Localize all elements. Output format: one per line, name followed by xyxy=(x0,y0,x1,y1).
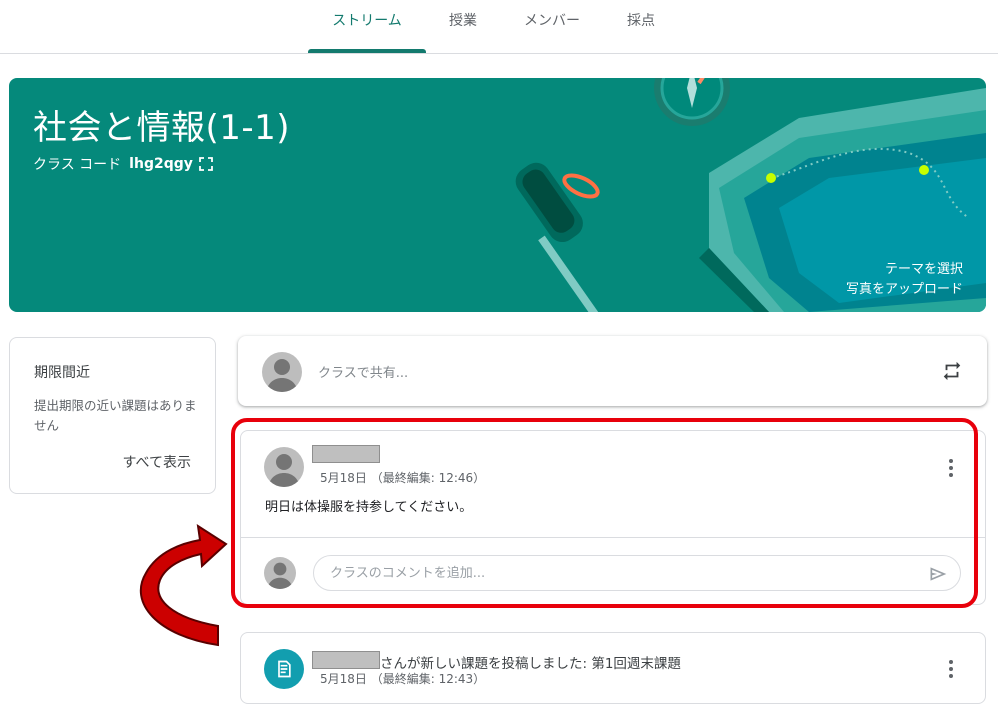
redacted-author-name xyxy=(312,445,380,463)
more-vert-icon[interactable] xyxy=(948,458,954,478)
class-comment-input[interactable] xyxy=(330,556,910,590)
upcoming-message: 提出期限の近い課題はありません xyxy=(34,398,197,433)
class-comment-box xyxy=(313,555,961,591)
more-vert-icon[interactable] xyxy=(948,659,954,679)
tab-grades[interactable]: 採点 xyxy=(614,0,668,54)
class-code-label: クラス コード xyxy=(33,157,122,173)
upcoming-card: 期限間近 提出期限の近い課題はありません すべて表示 xyxy=(9,337,216,494)
announcement-post: 5月18日 （最終編集: 12:46） 明日は体操服を持参してください。 xyxy=(240,430,986,605)
expand-icon[interactable] xyxy=(198,157,213,171)
post-divider xyxy=(241,537,985,538)
class-banner: 社会と情報(1-1) クラス コード lhg2qgy テーマを選択 写真をアップ… xyxy=(9,78,986,312)
assignment-icon xyxy=(264,649,304,689)
post-body: 明日は体操服を持参してください。 xyxy=(265,500,473,515)
active-tab-indicator xyxy=(308,49,426,53)
redacted-author-name xyxy=(312,651,380,669)
upcoming-title: 期限間近 xyxy=(34,365,90,381)
top-nav: ストリーム 授業 メンバー 採点 xyxy=(0,0,998,54)
avatar-icon xyxy=(262,352,302,392)
tab-classwork[interactable]: 授業 xyxy=(436,0,490,54)
curved-arrow-annotation xyxy=(139,523,228,647)
assignment-post[interactable]: さんが新しい課題を投稿しました: 第1回週末課題 5月18日 （最終編集: 12… xyxy=(240,632,986,704)
share-placeholder[interactable]: クラスで共有... xyxy=(318,362,408,381)
upload-photo-link[interactable]: 写真をアップロード xyxy=(846,278,963,297)
share-box[interactable]: クラスで共有... xyxy=(238,336,987,406)
tab-stream[interactable]: ストリーム xyxy=(308,0,426,54)
avatar-icon xyxy=(264,557,296,589)
repost-icon[interactable] xyxy=(941,360,963,382)
send-icon[interactable] xyxy=(928,564,948,584)
assignment-text[interactable]: さんが新しい課題を投稿しました: 第1回週末課題 xyxy=(380,652,681,672)
select-theme-link[interactable]: テーマを選択 xyxy=(885,258,963,277)
assignment-date: 5月18日 （最終編集: 12:43） xyxy=(320,672,486,686)
class-code: クラス コード lhg2qgy xyxy=(33,154,213,174)
class-title: 社会と情報(1-1) xyxy=(33,108,291,148)
class-code-value: lhg2qgy xyxy=(129,156,193,172)
avatar-icon xyxy=(264,447,304,487)
post-date: 5月18日 （最終編集: 12:46） xyxy=(320,471,486,485)
tab-people[interactable]: メンバー xyxy=(516,0,588,54)
view-all-link[interactable]: すべて表示 xyxy=(123,452,191,472)
